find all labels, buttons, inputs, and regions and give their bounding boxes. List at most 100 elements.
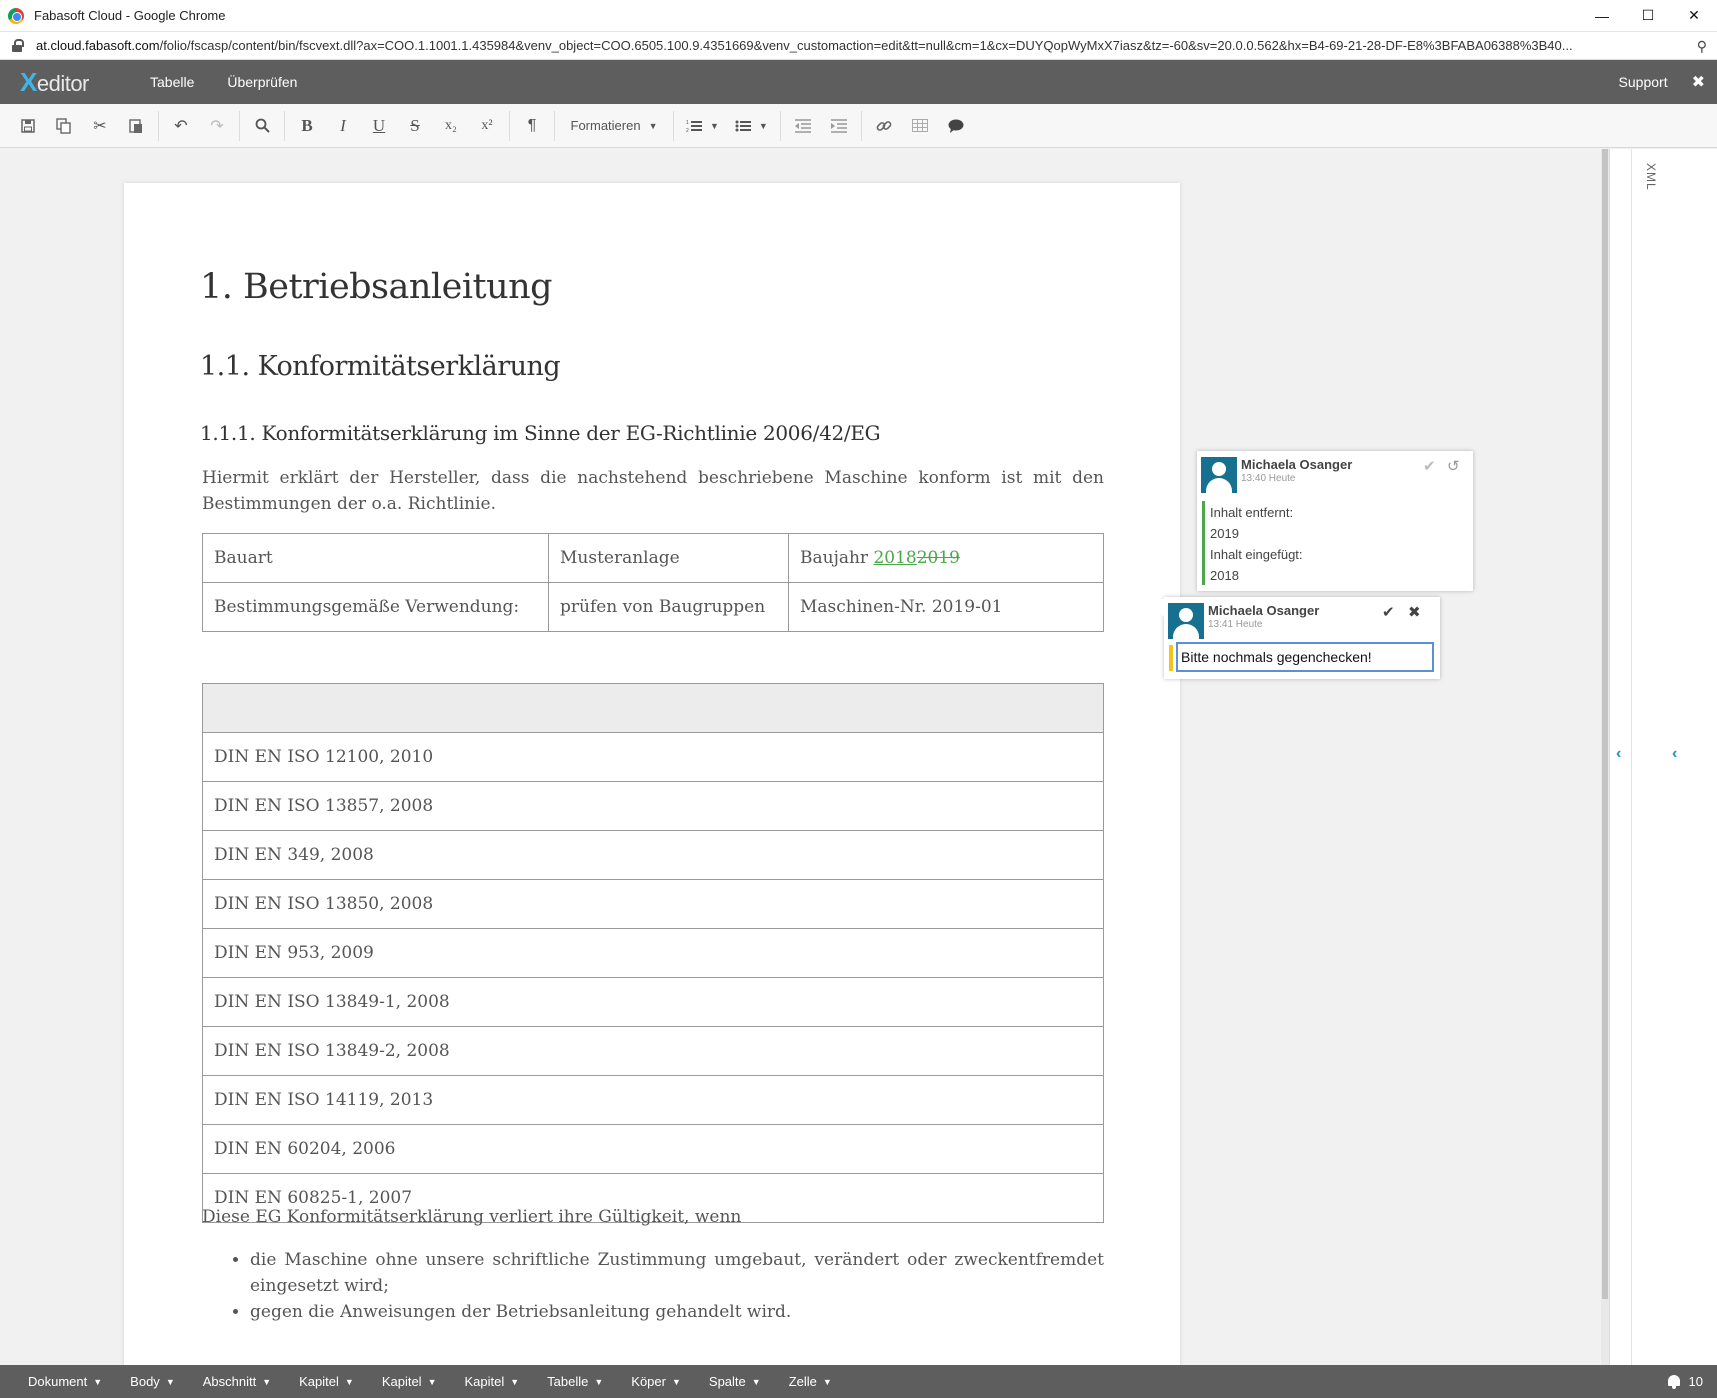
breadcrumb-dokument[interactable]: Dokument ▼ xyxy=(28,1374,102,1389)
superscript-icon[interactable]: x² xyxy=(469,108,505,144)
xeditor-logo: Xeditor xyxy=(20,66,89,97)
breadcrumb-spalte[interactable]: Spalte ▼ xyxy=(709,1374,761,1389)
cancel-comment-icon[interactable]: ✖ xyxy=(1408,603,1421,621)
comment-input[interactable]: Bitte nochmals gegenchecken! xyxy=(1176,642,1434,672)
tracked-insertion[interactable]: 2018 xyxy=(873,548,916,568)
intro-paragraph[interactable]: Hiermit erklärt der Hersteller, dass die… xyxy=(202,465,1104,517)
undo-icon[interactable]: ↶ xyxy=(163,108,199,144)
standards-table[interactable]: DIN EN ISO 12100, 2010 DIN EN ISO 13857,… xyxy=(202,683,1104,1223)
cut-icon[interactable]: ✂ xyxy=(82,108,118,144)
comment-icon[interactable] xyxy=(938,108,974,144)
notifications-button[interactable]: 10 xyxy=(1667,1374,1703,1389)
close-editor-icon[interactable]: ✖ xyxy=(1692,72,1705,92)
minimize-button[interactable]: — xyxy=(1579,0,1625,32)
heading-1[interactable]: 1. Betriebsanleitung xyxy=(200,267,553,307)
table-cell[interactable]: prüfen von Baugruppen xyxy=(548,582,789,632)
toolbar-separator xyxy=(239,110,240,141)
breadcrumb-body[interactable]: Body ▼ xyxy=(130,1374,175,1389)
table-cell[interactable]: DIN EN ISO 14119, 2013 xyxy=(202,1075,1104,1125)
bullet-list-dropdown[interactable]: ▼ xyxy=(727,108,776,144)
tracked-deletion[interactable]: 2019 xyxy=(917,548,960,568)
breadcrumb-zelle[interactable]: Zelle ▼ xyxy=(789,1374,832,1389)
table-row: DIN EN 60204, 2006 xyxy=(202,1124,1104,1174)
heading-2[interactable]: 1.1. Konformitätserklärung xyxy=(200,351,561,382)
save-comment-icon[interactable]: ✔ xyxy=(1382,603,1395,621)
accept-change-icon[interactable]: ✔ xyxy=(1423,457,1436,475)
table-icon[interactable] xyxy=(902,108,938,144)
copy-icon[interactable] xyxy=(46,108,82,144)
subscript-icon[interactable]: x₂ xyxy=(433,108,469,144)
breadcrumb-kapitel[interactable]: Kapitel ▼ xyxy=(382,1374,437,1389)
strikethrough-icon[interactable]: S xyxy=(397,108,433,144)
table-cell[interactable]: Maschinen-Nr. 2019-01 xyxy=(788,582,1104,632)
conditions-list: die Maschine ohne unsere schriftliche Zu… xyxy=(250,1247,1104,1325)
address-bar[interactable]: at.cloud.fabasoft.com/folio/fscasp/conte… xyxy=(0,32,1717,60)
table-row: DIN EN ISO 13857, 2008 xyxy=(202,781,1104,831)
redo-icon[interactable]: ↷ xyxy=(199,108,235,144)
url-text[interactable]: at.cloud.fabasoft.com/folio/fscasp/conte… xyxy=(36,38,1676,53)
chevron-down-icon: ▼ xyxy=(751,1376,761,1387)
table-row: DIN EN ISO 13849-2, 2008 xyxy=(202,1026,1104,1076)
table-row: DIN EN 953, 2009 xyxy=(202,928,1104,978)
breadcrumb-kapitel[interactable]: Kapitel ▼ xyxy=(464,1374,519,1389)
save-icon[interactable] xyxy=(10,108,46,144)
link-icon[interactable] xyxy=(866,108,902,144)
chevron-left-icon[interactable]: ‹ xyxy=(1672,745,1677,763)
toolbar-separator xyxy=(509,110,510,141)
table-cell[interactable]: DIN EN ISO 12100, 2010 xyxy=(202,732,1104,782)
table-cell[interactable]: DIN EN ISO 13857, 2008 xyxy=(202,781,1104,831)
table-cell[interactable]: DIN EN 60204, 2006 xyxy=(202,1124,1104,1174)
url-path: /folio/fscasp/content/bin/fscvext.dll?ax… xyxy=(159,38,1573,53)
outro-paragraph[interactable]: Diese EG Konformitätserklärung verliert … xyxy=(202,1207,741,1227)
table-header-cell[interactable] xyxy=(202,683,1104,733)
outdent-icon[interactable] xyxy=(785,108,821,144)
table-cell[interactable]: Bauart xyxy=(202,533,549,583)
numbered-list-dropdown[interactable]: 1 2 ▼ xyxy=(678,108,727,144)
list-item[interactable]: die Maschine ohne unsere schriftliche Zu… xyxy=(250,1247,1104,1299)
menu-tabelle[interactable]: Tabelle xyxy=(150,74,194,90)
list-item[interactable]: gegen die Anweisungen der Betriebsanleit… xyxy=(250,1299,1104,1325)
breadcrumb-abschnitt[interactable]: Abschnitt ▼ xyxy=(203,1374,271,1389)
change-label: Inhalt entfernt: xyxy=(1210,505,1294,520)
search-icon[interactable] xyxy=(244,108,280,144)
breadcrumb-tabelle[interactable]: Tabelle ▼ xyxy=(547,1374,603,1389)
zoom-icon[interactable]: ⚲ xyxy=(1697,38,1707,55)
table-cell[interactable]: DIN EN 349, 2008 xyxy=(202,830,1104,880)
document-scrollbar[interactable] xyxy=(1601,149,1609,1365)
underline-icon[interactable]: U xyxy=(361,108,397,144)
table-cell[interactable]: Bestimmungsgemäße Verwendung: xyxy=(202,582,549,632)
table-cell-baujahr[interactable]: Baujahr 20182019 xyxy=(788,533,1104,583)
table-row: Bauart Musteranlage Baujahr 20182019 xyxy=(202,533,1104,583)
italic-icon[interactable]: I xyxy=(325,108,361,144)
table-cell[interactable]: DIN EN ISO 13849-1, 2008 xyxy=(202,977,1104,1027)
toolbar-separator xyxy=(673,110,674,141)
table-cell[interactable]: DIN EN ISO 13850, 2008 xyxy=(202,879,1104,929)
scrollbar-thumb[interactable] xyxy=(1602,149,1608,1299)
breadcrumb-koeper[interactable]: Köper ▼ xyxy=(631,1374,681,1389)
document-page[interactable]: 1. Betriebsanleitung 1.1. Konformitätser… xyxy=(124,183,1180,1365)
maximize-button[interactable]: ☐ xyxy=(1625,0,1671,32)
bold-icon[interactable]: B xyxy=(289,108,325,144)
heading-3[interactable]: 1.1.1. Konformitätserklärung im Sinne de… xyxy=(200,421,881,445)
breadcrumb-kapitel[interactable]: Kapitel ▼ xyxy=(299,1374,354,1389)
comment-time: 13:41 Heute xyxy=(1208,619,1263,630)
reject-change-icon[interactable]: ↺ xyxy=(1447,457,1460,475)
chevron-down-icon: ▼ xyxy=(822,1376,832,1387)
support-link[interactable]: Support xyxy=(1619,74,1668,90)
tracked-change-comment: Michaela Osanger 13:40 Heute ✔ ↺ Inhalt … xyxy=(1197,451,1473,591)
paste-icon[interactable] xyxy=(118,108,154,144)
format-dropdown[interactable]: Formatieren ▼ xyxy=(559,108,669,144)
xml-panel-tab[interactable]: XML xyxy=(1644,163,1658,191)
app-header: Xeditor Tabelle Überprüfen Support ✖ xyxy=(0,60,1717,104)
chevron-left-icon[interactable]: ‹ xyxy=(1616,745,1621,763)
table-cell[interactable]: Musteranlage xyxy=(548,533,789,583)
machine-info-table[interactable]: Bauart Musteranlage Baujahr 20182019 Bes… xyxy=(202,533,1104,632)
table-row: DIN EN ISO 13850, 2008 xyxy=(202,879,1104,929)
indent-icon[interactable] xyxy=(821,108,857,144)
close-window-button[interactable]: ✕ xyxy=(1671,0,1717,32)
table-cell[interactable]: DIN EN ISO 13849-2, 2008 xyxy=(202,1026,1104,1076)
menu-ueberpruefen[interactable]: Überprüfen xyxy=(227,74,297,90)
table-cell[interactable]: DIN EN 953, 2009 xyxy=(202,928,1104,978)
toolbar-separator xyxy=(860,110,862,141)
paragraph-marks-icon[interactable]: ¶ xyxy=(514,108,550,144)
